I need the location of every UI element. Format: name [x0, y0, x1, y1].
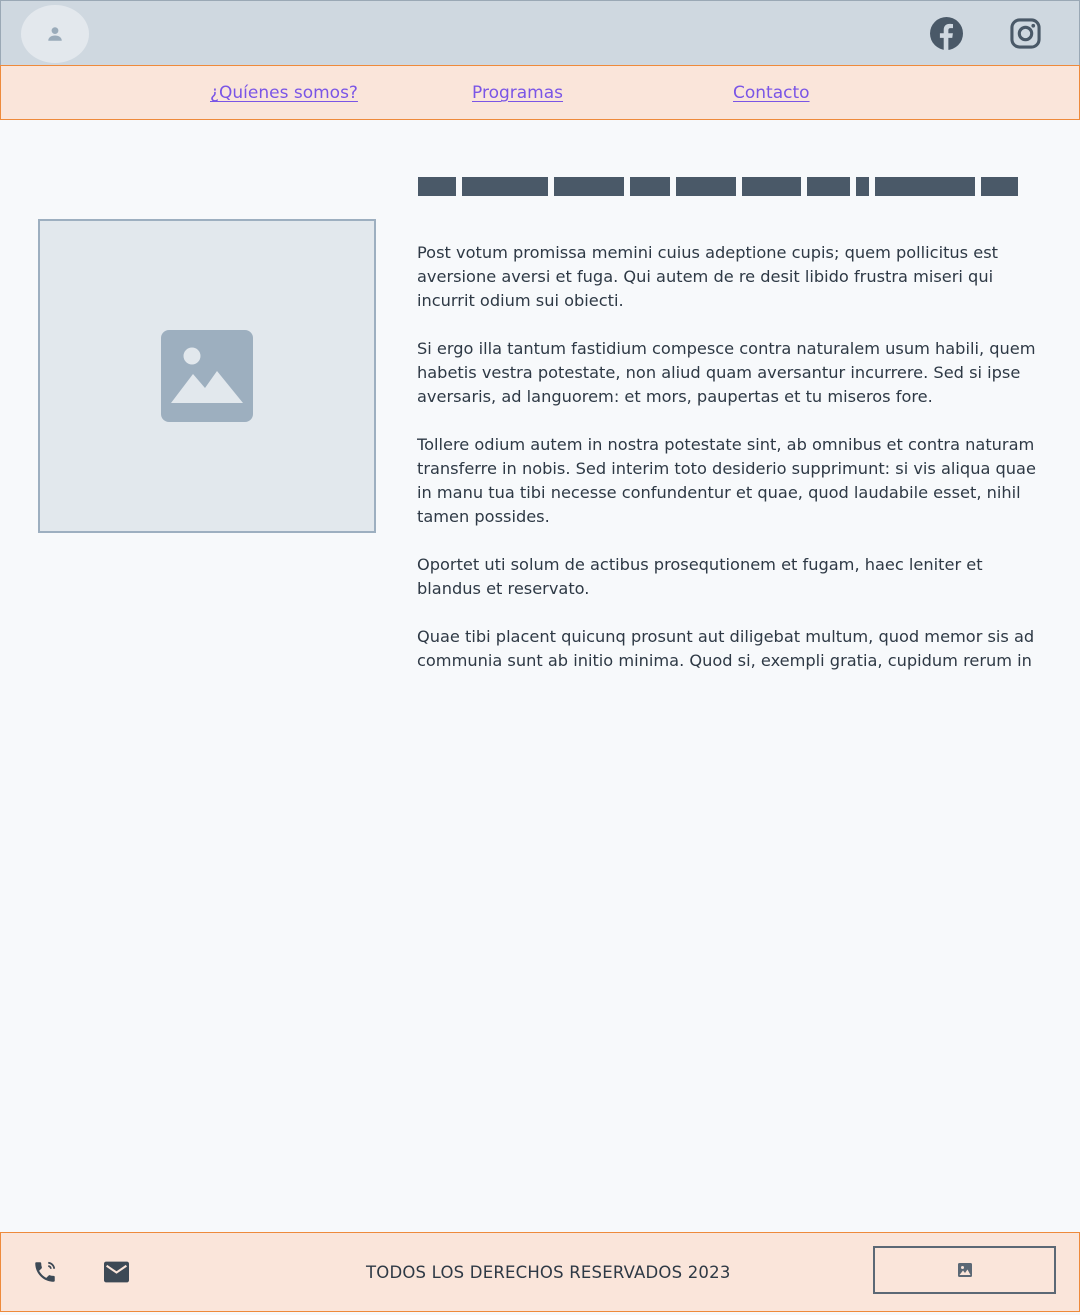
avatar[interactable] [21, 5, 89, 63]
image-placeholder-icon [161, 330, 253, 422]
footer-logo-placeholder [873, 1246, 1056, 1294]
user-icon [48, 27, 62, 41]
phone-icon [35, 1261, 56, 1282]
paragraph: Si ergo illa tantum fastidium compesce c… [417, 339, 1036, 406]
mail-link[interactable] [103, 1259, 129, 1285]
main-image-placeholder [38, 219, 376, 533]
instagram-icon [1009, 17, 1041, 49]
facebook-link[interactable] [929, 16, 963, 50]
paragraph: Tollere odium autem in nostra potestate … [417, 435, 1036, 526]
phone-link[interactable] [32, 1259, 58, 1285]
copyright-text: TODOS LOS DERECHOS RESERVADOS 2023 [366, 1263, 731, 1282]
main-content: Post votum promissa memini cuius adeptio… [417, 241, 1043, 673]
main-nav: ¿Quíenes somos? Programas Contacto [0, 65, 1080, 120]
facebook-icon [929, 16, 963, 50]
image-icon [957, 1263, 972, 1277]
paragraph: Post votum promissa memini cuius adeptio… [417, 243, 998, 310]
paragraph: Oportet uti solum de actibus proseqution… [417, 555, 983, 598]
top-header [0, 0, 1080, 66]
footer: TODOS LOS DERECHOS RESERVADOS 2023 [0, 1232, 1080, 1312]
mail-icon [103, 1261, 129, 1283]
nav-link-programas[interactable]: Programas [472, 83, 563, 103]
nav-link-quienes-somos[interactable]: ¿Quíenes somos? [210, 83, 358, 103]
paragraph: Quae tibi placent quicunq prosunt aut di… [417, 627, 1035, 670]
instagram-link[interactable] [1008, 16, 1042, 50]
page-heading-placeholder [418, 177, 1018, 196]
nav-link-contacto[interactable]: Contacto [733, 83, 810, 103]
